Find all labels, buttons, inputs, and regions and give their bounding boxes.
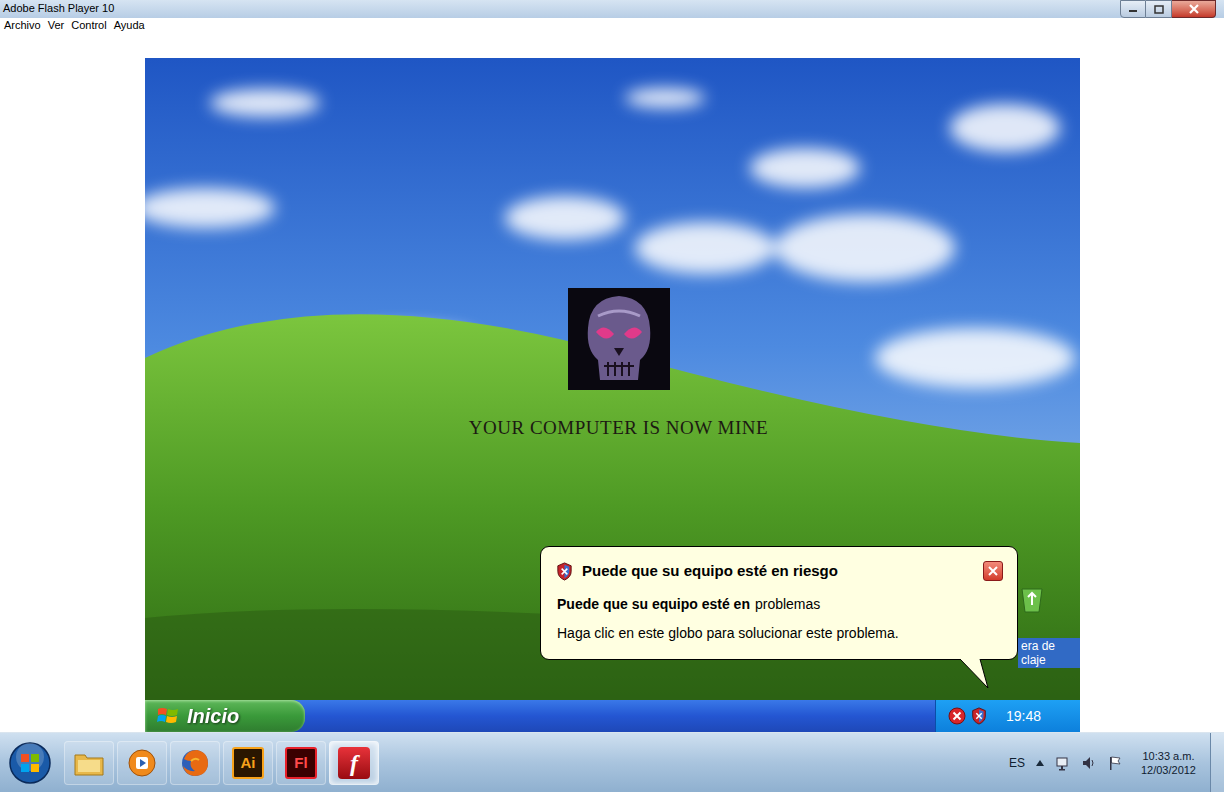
- close-button[interactable]: [1172, 0, 1216, 18]
- xp-taskbar: Inicio 19:48: [145, 700, 1080, 732]
- menu-item[interactable]: Ayuda: [114, 19, 145, 32]
- menu-item[interactable]: Control: [71, 19, 106, 32]
- security-balloon[interactable]: Puede que su equipo esté en riesgo Puede …: [540, 546, 1018, 660]
- network-icon[interactable]: [1055, 755, 1071, 771]
- menu-item[interactable]: Ver: [48, 19, 65, 32]
- recycle-bin-icon[interactable]: [1019, 585, 1045, 613]
- show-desktop-button[interactable]: [1210, 733, 1224, 792]
- windows-orb-icon: [8, 741, 52, 785]
- language-indicator[interactable]: ES: [1009, 754, 1025, 772]
- desktop-center: YOUR COMPUTER IS NOW MINE: [145, 58, 1080, 443]
- start-label: Inicio: [187, 706, 239, 726]
- close-icon: [988, 566, 998, 576]
- minimize-button[interactable]: [1120, 0, 1146, 18]
- error-icon[interactable]: [948, 707, 966, 725]
- maximize-button[interactable]: [1146, 0, 1172, 18]
- icon-label-line: claje: [1021, 653, 1077, 667]
- os-date: 12/03/2012: [1141, 763, 1196, 777]
- media-player-icon: [127, 748, 157, 778]
- system-tray: ES 10:33 a.m.12/03/2012: [1009, 749, 1204, 777]
- menu-bar: Archivo Ver Control Ayuda: [0, 18, 1224, 32]
- action-center-flag-icon[interactable]: [1107, 755, 1123, 771]
- balloon-body: Haga clic en este globo para solucionar …: [555, 624, 1003, 643]
- os-clock[interactable]: 10:33 a.m.12/03/2012: [1133, 749, 1204, 777]
- os-time: 10:33 a.m.: [1142, 749, 1194, 763]
- screen: Adobe Flash Player 10 Archivo Ver Control Ay…: [0, 0, 1224, 792]
- shield-icon: [555, 562, 574, 581]
- volume-icon[interactable]: [1081, 755, 1097, 771]
- illustrator-icon: Ai: [232, 747, 264, 779]
- icon-label-line: era de: [1021, 639, 1077, 653]
- title-bar: Adobe Flash Player 10: [0, 0, 1224, 18]
- balloon-heading: Puede que su equipo esté enproblemas: [555, 595, 1003, 614]
- balloon-tail: [960, 659, 990, 689]
- maximize-icon: [1154, 5, 1164, 14]
- menu-item[interactable]: Archivo: [4, 19, 41, 32]
- player-content: YOUR COMPUTER IS NOW MINEera declajePued…: [0, 32, 1224, 732]
- taskbar-button[interactable]: [64, 741, 114, 785]
- os-taskbar: Ai Flf ES 10:33 a.m.12/03/2012: [0, 732, 1224, 792]
- recycle-bin-label[interactable]: era declaje: [1018, 638, 1080, 668]
- flash-pro-icon: Fl: [285, 747, 317, 779]
- fake-desktop: YOUR COMPUTER IS NOW MINEera declajePued…: [145, 58, 1080, 700]
- taskbar-button[interactable]: [117, 741, 167, 785]
- skull-image: [568, 288, 670, 390]
- xp-tray: 19:48: [935, 700, 1080, 732]
- balloon-close-button[interactable]: [983, 561, 1003, 581]
- flash-player-icon: f: [338, 747, 370, 779]
- balloon-title: Puede que su equipo esté en riesgo: [582, 561, 838, 581]
- tray-shield-icon: [970, 707, 988, 725]
- minimize-icon: [1128, 5, 1138, 13]
- pinned-apps: Ai Flf: [64, 741, 379, 785]
- close-icon: [1188, 4, 1200, 14]
- folder-icon: [73, 749, 105, 777]
- start-orb[interactable]: [4, 737, 56, 789]
- flash-stage: YOUR COMPUTER IS NOW MINEera declajePued…: [145, 58, 1080, 732]
- taskbar-button[interactable]: Ai: [223, 741, 273, 785]
- taskbar-button[interactable]: Fl: [276, 741, 326, 785]
- window-title: Adobe Flash Player 10: [0, 0, 114, 15]
- firefox-icon: [179, 747, 211, 779]
- window-controls: [1120, 0, 1216, 18]
- show-hidden-icon[interactable]: [1035, 759, 1045, 767]
- start-button[interactable]: Inicio: [145, 700, 305, 732]
- taskbar-button[interactable]: [170, 741, 220, 785]
- message-text: YOUR COMPUTER IS NOW MINE: [469, 414, 768, 443]
- windows-flag-icon: [157, 706, 179, 726]
- xp-clock: 19:48: [1006, 706, 1041, 727]
- taskbar-button[interactable]: f: [329, 741, 379, 785]
